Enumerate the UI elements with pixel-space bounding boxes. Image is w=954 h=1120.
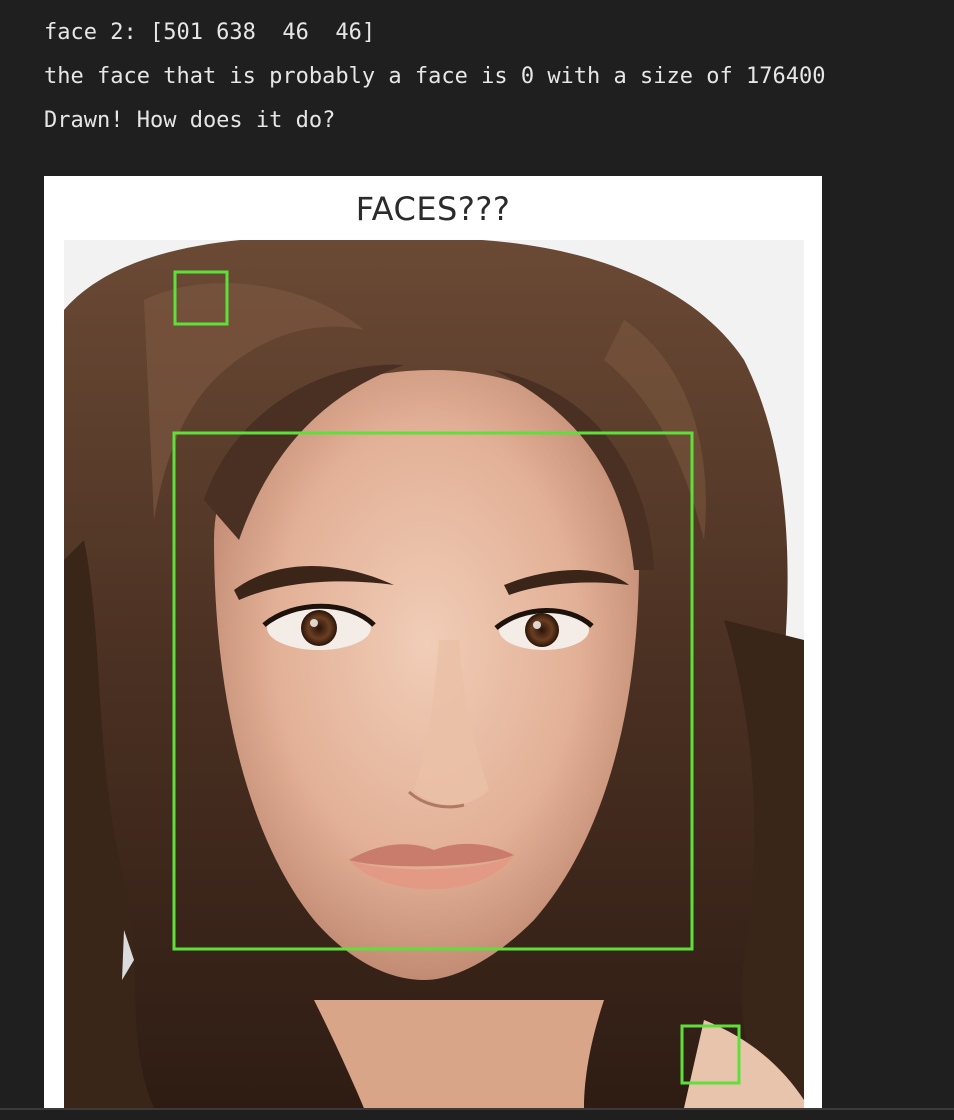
panel-bottom-border: [0, 1108, 954, 1120]
console-output-line: Drawn! How does it do?: [44, 108, 336, 133]
output-figure: FACES???: [44, 176, 822, 1108]
figure-title: FACES???: [355, 190, 511, 228]
console-output-line: face 2: [501 638 46 46]: [44, 20, 376, 45]
face-photo: [64, 240, 804, 1108]
console-output-line: the face that is probably a face is 0 wi…: [44, 64, 826, 89]
